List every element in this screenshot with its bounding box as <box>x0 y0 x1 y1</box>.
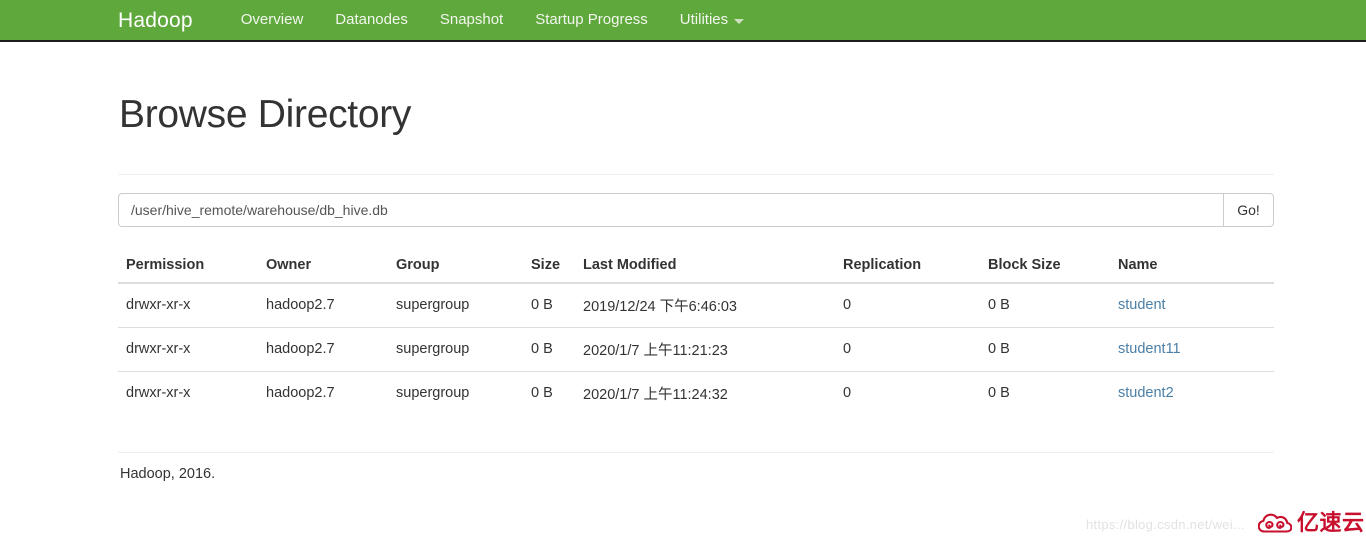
cell-name: student <box>1110 283 1274 328</box>
page-title: Browse Directory <box>119 93 412 136</box>
cell-permission: drwxr-xr-x <box>118 326 258 372</box>
cell-group: supergroup <box>388 370 523 415</box>
nav-item-utilities[interactable]: Utilities <box>664 0 760 40</box>
nav-item-datanodes[interactable]: Datanodes <box>319 0 424 40</box>
cell-block-size: 0 B <box>980 370 1110 415</box>
brand-hadoop[interactable]: Hadoop <box>118 10 193 31</box>
cell-last-modified: 2019/12/24 下午6:46:03 <box>583 298 737 315</box>
cell-permission: drwxr-xr-x <box>126 297 191 314</box>
nav-item-startup-progress[interactable]: Startup Progress <box>519 0 664 40</box>
path-input-group: Go! <box>118 192 1274 227</box>
cell-last-modified: 2020/1/7 上午11:24:32 <box>575 370 835 415</box>
cell-last-modified: 2020/1/7 上午11:21:23 <box>575 326 835 372</box>
nav-item-snapshot[interactable]: Snapshot <box>424 0 519 40</box>
footer-divider <box>118 451 1274 453</box>
cell-owner: hadoop2.7 <box>258 370 388 415</box>
cell-size: 0 B <box>523 326 575 372</box>
yisuyun-logo-text: 亿速云 <box>1297 511 1365 536</box>
cell-size: 0 B <box>523 370 575 415</box>
cell-size: 0 B <box>531 297 553 314</box>
column-header-permission[interactable]: Permission <box>118 248 258 284</box>
cell-owner: hadoop2.7 <box>266 297 335 314</box>
column-header-owner[interactable]: Owner <box>258 248 388 284</box>
column-header-replication[interactable]: Replication <box>835 248 980 284</box>
cell-permission: drwxr-xr-x <box>118 370 258 415</box>
table-row: drwxr-xr-x hadoop2.7 supergroup 0 B 2020… <box>118 326 1274 372</box>
directory-listing-table: Permission Owner Group Size Last Modifie… <box>118 248 1274 415</box>
file-link[interactable]: student2 <box>1118 385 1174 401</box>
table-row: drwxr-xr-x hadoop2.7 supergroup 0 B 2019… <box>118 283 1274 328</box>
yisuyun-logo: 亿速云 <box>1258 512 1365 536</box>
nav-item-utilities-label: Utilities <box>679 11 729 28</box>
table-row: drwxr-xr-x hadoop2.7 supergroup 0 B 2020… <box>118 370 1274 415</box>
cell-block-size: 0 B <box>988 297 1010 314</box>
table-header-row: Permission Owner Group Size Last Modifie… <box>118 248 1274 284</box>
page-container: Browse Directory Go! Permission Owner Gr… <box>118 42 1274 482</box>
path-input[interactable] <box>118 192 1223 227</box>
cell-group: supergroup <box>388 326 523 372</box>
footer-text: Hadoop, 2016. <box>120 465 216 482</box>
column-header-name[interactable]: Name <box>1110 248 1274 284</box>
nav-item-overview[interactable]: Overview <box>225 0 320 40</box>
column-header-size[interactable]: Size <box>523 248 575 284</box>
cell-block-size: 0 B <box>980 326 1110 372</box>
cell-name: student11 <box>1110 326 1274 372</box>
cell-owner: hadoop2.7 <box>258 326 388 372</box>
top-navbar: Hadoop Overview Datanodes Snapshot Start… <box>0 0 1366 42</box>
title-divider <box>118 173 1274 175</box>
column-header-last-modified[interactable]: Last Modified <box>575 248 835 284</box>
file-link[interactable]: student <box>1118 297 1166 313</box>
go-button[interactable]: Go! <box>1223 192 1274 227</box>
cell-replication: 0 <box>843 297 852 314</box>
chevron-down-icon <box>734 18 745 24</box>
file-link[interactable]: student11 <box>1118 341 1181 357</box>
csdn-watermark: https://blog.csdn.net/wei... <box>1086 517 1245 532</box>
nav-items: Overview Datanodes Snapshot Startup Prog… <box>225 0 760 40</box>
cell-name: student2 <box>1110 370 1274 415</box>
cloud-swirl-icon <box>1258 513 1292 533</box>
cell-group: supergroup <box>396 297 470 314</box>
column-header-group[interactable]: Group <box>388 248 523 284</box>
cell-replication: 0 <box>835 370 980 415</box>
cell-replication: 0 <box>835 326 980 372</box>
column-header-block-size[interactable]: Block Size <box>980 248 1110 284</box>
